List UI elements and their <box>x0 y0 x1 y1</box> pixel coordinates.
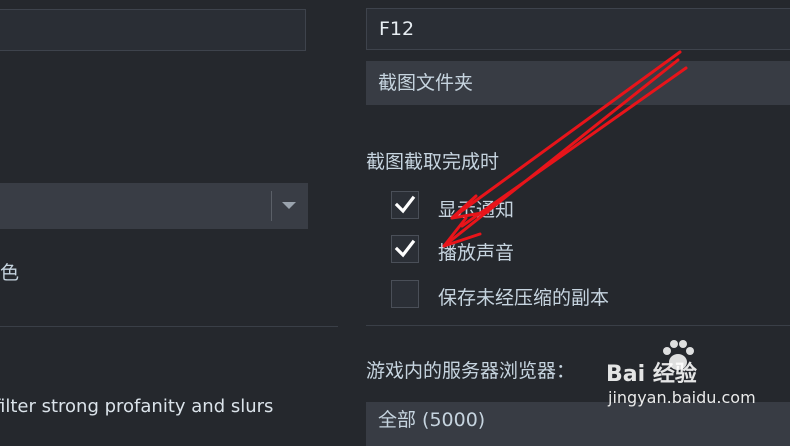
show-notification-checkbox[interactable] <box>391 191 419 219</box>
chevron-down-icon <box>282 202 296 209</box>
server-browser-select-value: 全部 (5000) <box>378 409 486 431</box>
checkmark-icon <box>394 195 416 214</box>
dropdown-separator <box>271 191 272 221</box>
play-sound-checkbox[interactable] <box>391 235 419 263</box>
baidu-watermark: Bai 经验 jingyan.baidu.com <box>602 338 790 418</box>
right-divider <box>366 325 790 326</box>
server-browser-label: 游戏内的服务器浏览器： <box>366 360 576 382</box>
save-uncompressed-label: 保存未经压缩的副本 <box>438 287 610 309</box>
watermark-brand: Bai 经验 <box>606 362 697 387</box>
left-top-input[interactable] <box>0 9 306 51</box>
play-sound-label: 播放声音 <box>438 242 515 264</box>
screenshot-hotkey-input[interactable]: F12 <box>366 8 790 50</box>
screenshot-complete-section-title: 截图截取完成时 <box>366 151 500 173</box>
left-dropdown[interactable] <box>0 183 308 229</box>
chat-filter-label: filter strong profanity and slurs <box>0 396 274 417</box>
checkmark-icon <box>394 239 416 258</box>
left-divider <box>0 326 338 327</box>
screenshot-hotkey-value: F12 <box>379 18 415 40</box>
save-uncompressed-checkbox[interactable] <box>391 280 419 308</box>
watermark-url: jingyan.baidu.com <box>608 388 756 407</box>
screenshot-folder-label: 截图文件夹 <box>378 72 474 94</box>
show-notification-label: 显示通知 <box>438 199 515 221</box>
color-option-label: 色 <box>0 262 20 284</box>
screenshot-folder-button[interactable]: 截图文件夹 <box>366 61 790 105</box>
